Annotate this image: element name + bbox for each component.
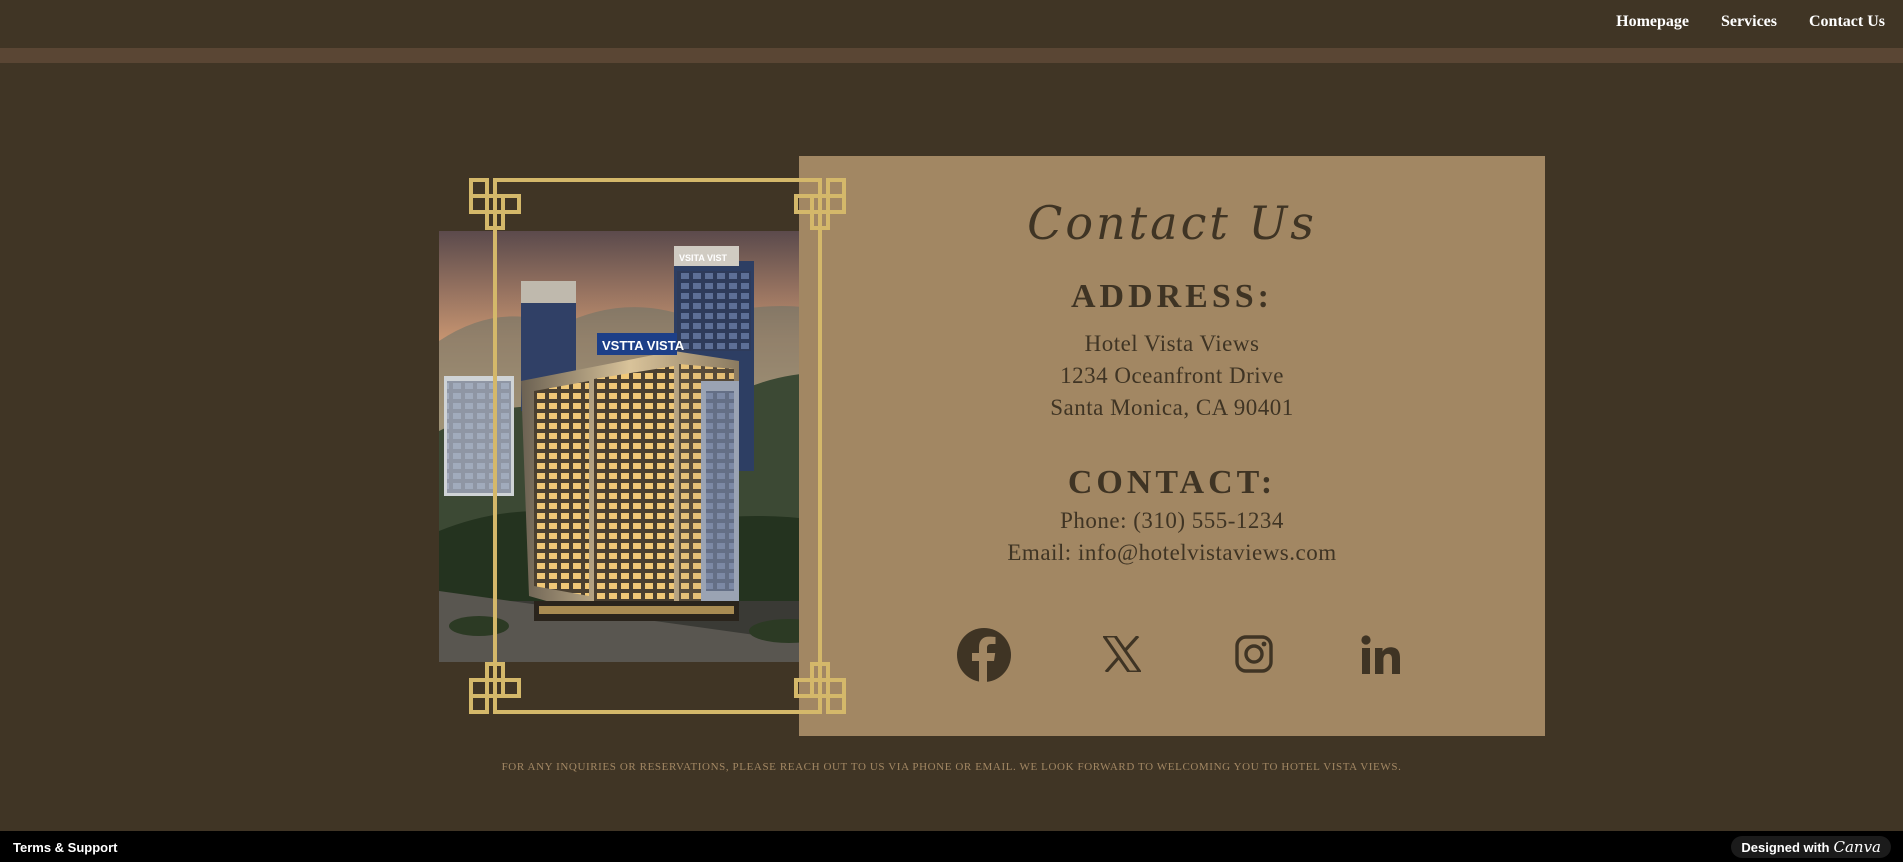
address-line-street: 1234 Oceanfront Drive [1060, 363, 1284, 388]
photo-sign-main: VSTTA VISTA [602, 338, 685, 353]
header-divider-band [0, 48, 1903, 63]
nav-homepage-link[interactable]: Homepage [1616, 13, 1689, 31]
contact-title: Contact Us [1027, 196, 1317, 250]
inquiries-note: FOR ANY INQUIRIES OR RESERVATIONS, PLEAS… [501, 761, 1402, 773]
photo-sign-small: VSITA VIST [679, 253, 728, 263]
terms-support-link[interactable]: Terms & Support [13, 840, 118, 855]
email-text: Email: info@hotelvistaviews.com [1007, 540, 1337, 565]
facebook-icon[interactable] [956, 627, 1012, 683]
top-navigation: Homepage Services Contact Us [0, 0, 1903, 48]
address-line-city: Santa Monica, CA 90401 [1050, 395, 1294, 420]
social-links [799, 627, 1545, 687]
canva-logo: Canva [1833, 838, 1882, 856]
address-line-name: Hotel Vista Views [1084, 331, 1260, 356]
frame-corner-bottom-left [469, 662, 521, 714]
x-icon[interactable] [1103, 636, 1141, 672]
frame-corner-top-left [469, 178, 521, 230]
bottom-bar: Terms & Support Designed with Canva [0, 831, 1903, 862]
nav-links: Homepage Services Contact Us [1616, 13, 1885, 31]
nav-services-link[interactable]: Services [1721, 13, 1777, 31]
designed-with-label: Designed with [1741, 839, 1830, 855]
phone-text: Phone: (310) 555-1234 [1060, 508, 1284, 533]
linkedin-icon[interactable] [1361, 635, 1401, 675]
designed-with-canva-badge[interactable]: Designed with Canva [1731, 836, 1891, 858]
instagram-icon[interactable] [1235, 635, 1273, 673]
contact-heading: CONTACT: [1067, 464, 1277, 501]
nav-contact-link[interactable]: Contact Us [1809, 13, 1885, 31]
address-heading: ADDRESS: [1070, 278, 1274, 315]
contact-card: Contact Us ADDRESS: Hotel Vista Views 12… [799, 156, 1545, 736]
